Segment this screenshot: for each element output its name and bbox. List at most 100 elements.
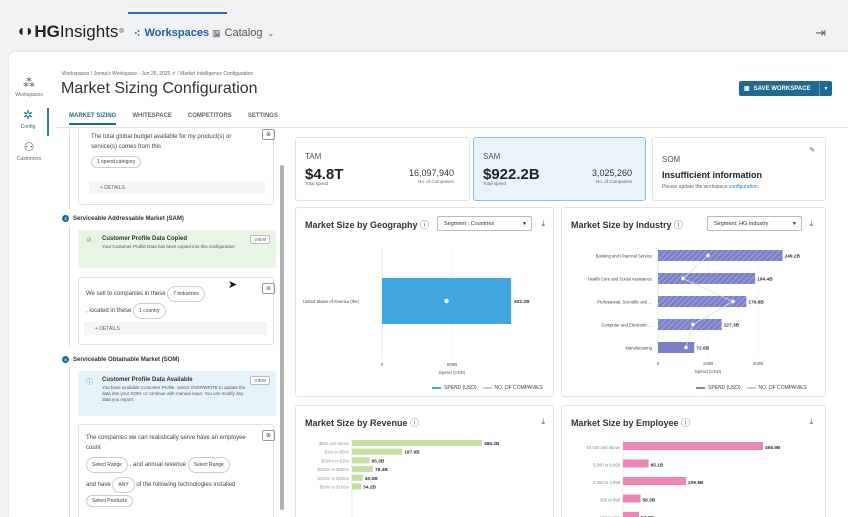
- info-icon: ⓘ: [86, 379, 93, 386]
- sidebar-item-config[interactable]: ✲ Config: [9, 108, 49, 136]
- logo-mark-icon: ◖◗: [16, 23, 34, 40]
- users-icon: ⚇: [23, 140, 35, 154]
- sam-section-title: 2 Serviceable Addressable Market (SAM): [62, 215, 184, 222]
- category-label-0: Banking and Financial Service: [596, 253, 653, 258]
- bar-0: [658, 250, 783, 261]
- category-label-1: $1bn to $5bn: [325, 450, 350, 455]
- revenue-chart: $5bn and above 485.2B $1bn to $5bn 187.6B $5…: [318, 437, 500, 517]
- add-icon[interactable]: ⊕: [262, 430, 275, 441]
- data-label-4: 40.6B: [365, 476, 378, 482]
- edit-icon[interactable]: ✎: [809, 146, 815, 154]
- category-label-2: 1,000 to 4,999: [593, 480, 620, 485]
- som-card: The companies we can realistically serve…: [78, 424, 275, 517]
- add-icon[interactable]: ⊕: [262, 129, 275, 140]
- category-label-3: 500 to 999: [600, 498, 620, 503]
- data-label-0: 249.2B: [785, 253, 801, 259]
- spend-category-pill[interactable]: 1 spend category: [91, 156, 142, 168]
- view-button[interactable]: VIEW: [250, 376, 270, 385]
- category-label-3: Computer and Electronic ...: [601, 322, 652, 327]
- category-label-4: $100m to $200m: [318, 476, 350, 481]
- country-pill[interactable]: 1 country: [133, 303, 166, 319]
- details-toggle[interactable]: + DETAILS: [89, 181, 265, 194]
- tab-settings[interactable]: SETTINGS: [248, 113, 278, 125]
- tab-whitespace[interactable]: WHITESPACE: [132, 113, 172, 125]
- bar-3: [352, 466, 374, 473]
- category-label-2: $500m to $1bn: [321, 458, 350, 463]
- category-label-3: $200m to $500m: [318, 467, 350, 472]
- tick-label: 0: [381, 362, 384, 367]
- axis-title: Spend (USD): [695, 369, 722, 374]
- som-notice: ⓘ Customer Profile Data Available You ha…: [78, 371, 276, 416]
- save-icon: ▣: [744, 86, 750, 92]
- sidebar-item-customers[interactable]: ⚇ Customers: [9, 140, 49, 162]
- industry-chart-card: Market Size by Industry ⓘ Segment: HG In…: [561, 207, 826, 397]
- revenue-chart-card: Market Size by Revenue ⓘ ⤓ $5bn and abov…: [295, 405, 554, 517]
- save-options-dropdown[interactable]: ▼: [819, 81, 832, 96]
- step-line: [69, 367, 70, 517]
- sam-card: We sell to companies in these 7 industri…: [78, 277, 275, 345]
- add-icon[interactable]: ⊕: [262, 283, 275, 294]
- step-line: [69, 129, 70, 209]
- tick-label: 500B: [447, 362, 458, 367]
- view-button[interactable]: VIEW: [250, 235, 270, 244]
- som-section-title: 3 Serviceable Obtainable Market (SOM): [62, 356, 179, 363]
- revenue-range-select[interactable]: Select Range: [187, 457, 230, 473]
- chevron-down-icon: ⌄: [267, 28, 275, 38]
- bar-1: [658, 273, 756, 284]
- sidebar-item-workspaces[interactable]: ⁂ Workspaces: [9, 76, 49, 98]
- company-point-0: [444, 298, 449, 304]
- bar-0: [352, 440, 482, 446]
- tab-competitors[interactable]: COMPETITORS: [188, 113, 232, 125]
- top-bar: ◖◗ HG Insights ® ⁖ Workspaces ⌄ ▥ Catalog ⌄ ⇥: [0, 0, 848, 52]
- company-point-2: [730, 299, 736, 304]
- som-kpi-card[interactable]: SOM Insufficient information Please upda…: [652, 137, 826, 201]
- configuration-link[interactable]: configuration.: [729, 184, 759, 190]
- industries-pill[interactable]: 7 industries: [167, 286, 205, 302]
- data-label-3: 58.3B: [643, 498, 656, 504]
- workspaces-icon: ⁂: [23, 76, 35, 90]
- scrollbar[interactable]: [280, 165, 284, 510]
- save-workspace-button[interactable]: ▣ SAVE WORKSPACE ▼: [739, 81, 832, 96]
- sam-kpi-card[interactable]: SAM $922.2B Total spend 3,025,260 No. of…: [473, 137, 646, 201]
- breadcrumb[interactable]: Workspaces / Jenna's Workspace - Jun 26,…: [62, 71, 253, 77]
- details-toggle[interactable]: + DETAILS: [84, 322, 267, 335]
- data-label-2: 209.8B: [688, 480, 704, 486]
- bar-3: [658, 319, 722, 330]
- geography-chart-card: Market Size by Geography ⓘ Segment : Cou…: [295, 207, 554, 397]
- tam-card: The total global budget available for my…: [78, 129, 275, 205]
- category-label-0: United States of America (the): [303, 299, 359, 304]
- data-label-0: 485.2B: [484, 441, 500, 447]
- check-circle-icon: ⊘: [86, 237, 92, 244]
- employee-chart-card: Market Size by Employee ⓘ ⤓ 10,000 and a…: [561, 405, 826, 517]
- bar-4: [352, 474, 363, 481]
- nav-catalog[interactable]: ▥ Catalog ⌄: [212, 14, 274, 52]
- company-point-1: [680, 276, 686, 281]
- bar-5: [352, 483, 362, 490]
- tick-label: 200B: [753, 361, 764, 366]
- tab-bar: MARKET SIZING WHITESPACE COMPETITORS SET…: [69, 113, 294, 125]
- data-label-3: 127.3B: [724, 322, 740, 328]
- bar-2: [623, 477, 687, 485]
- tab-market-sizing[interactable]: MARKET SIZING: [69, 113, 117, 125]
- tam-kpi-card[interactable]: TAM $4.8T Total spend 16,097,940 No. of …: [295, 137, 470, 201]
- employee-range-select[interactable]: Select Range: [86, 457, 129, 473]
- any-toggle[interactable]: ANY: [112, 477, 135, 493]
- tick-label: 100B: [703, 361, 714, 366]
- category-label-2: Professional, Scientific and ...: [597, 299, 652, 304]
- data-label-2: 65.3B: [371, 458, 384, 464]
- category-label-1: 5,000 to 9,999: [593, 463, 620, 468]
- data-label-1: 187.6B: [404, 450, 420, 456]
- chart-legend: SPEND (USD) NO. OF COMPANIES: [426, 385, 543, 391]
- bar-2: [352, 457, 370, 464]
- company-point-0: [705, 253, 711, 258]
- select-products[interactable]: Select Products: [86, 495, 134, 507]
- company-point-4: [683, 345, 689, 350]
- mouse-cursor-icon: ➤: [228, 279, 238, 291]
- data-label-1: 85.1B: [651, 463, 664, 469]
- data-label-3: 78.4B: [375, 467, 388, 473]
- logout-icon[interactable]: ⇥: [815, 25, 826, 41]
- left-nav: ⁂ Workspaces ✲ Config ⚇ Customers: [9, 52, 49, 517]
- hg-insights-logo[interactable]: ◖◗ HG Insights ®: [16, 22, 124, 42]
- category-label-5: $50m to $100m: [320, 485, 350, 490]
- step-line: [69, 226, 70, 346]
